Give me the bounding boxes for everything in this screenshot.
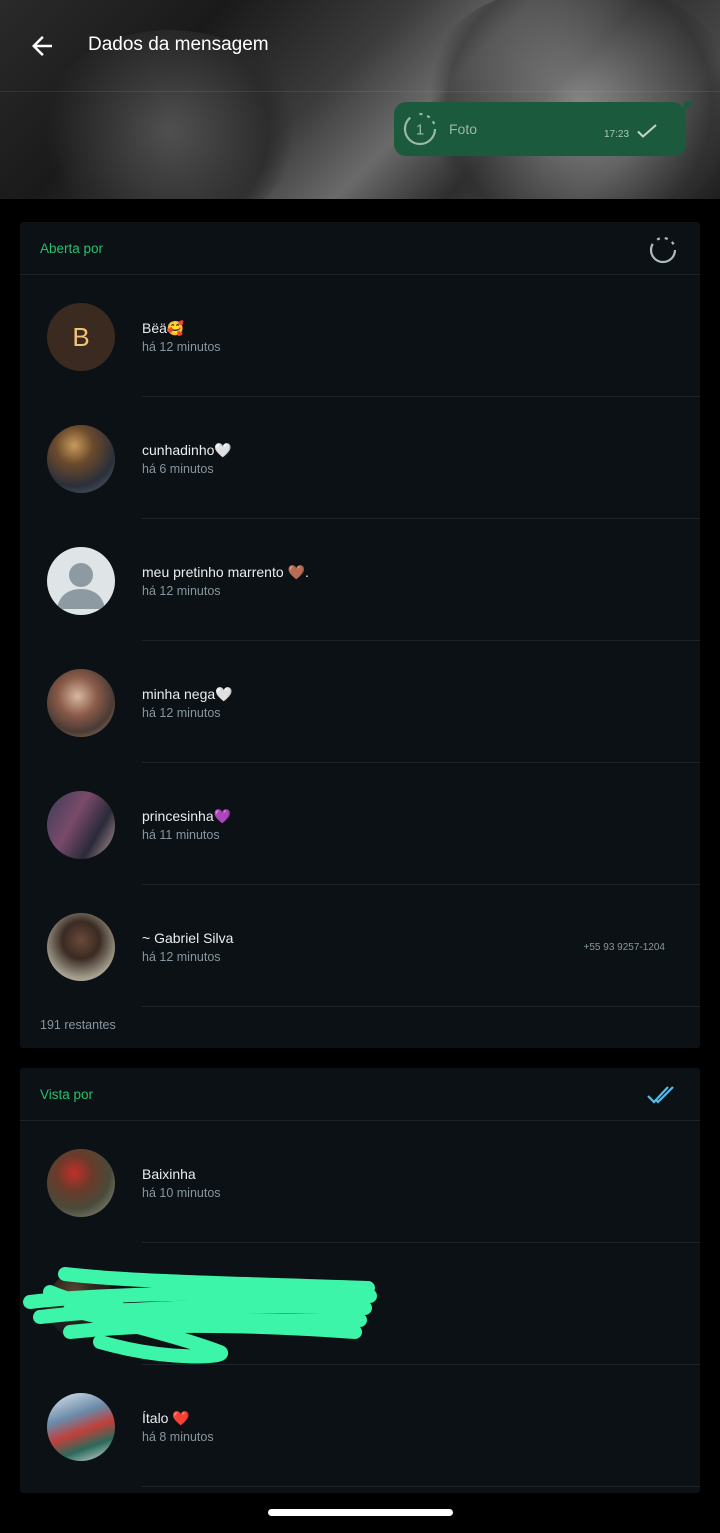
row-divider [142, 1006, 700, 1007]
contact-row[interactable]: meu pretinho marrento 🤎. há 12 minutos [20, 519, 700, 641]
check-icon [637, 124, 657, 138]
back-button[interactable] [22, 26, 62, 66]
person-icon [57, 563, 105, 609]
header-wallpaper: Dados da mensagem 1 Foto 17:23 [0, 0, 720, 199]
contact-row[interactable]: Ítalo ❤️ há 8 minutos [20, 1365, 700, 1487]
avatar: B [47, 303, 115, 371]
view-once-icon: 1 [403, 112, 437, 146]
default-avatar [47, 547, 115, 615]
contact-time: há 12 minutos [142, 340, 221, 354]
contact-row[interactable]: cunhadinho🤍 há 6 minutos [20, 397, 700, 519]
header-divider [0, 91, 720, 92]
arrow-left-icon [32, 36, 52, 56]
avatar [47, 425, 115, 493]
avatar [47, 791, 115, 859]
row-divider [142, 1486, 700, 1487]
message-bubble[interactable]: 1 Foto 17:23 [394, 102, 694, 156]
contact-time: há 12 minutos [142, 706, 221, 720]
contact-time: há 6 minutos [142, 462, 214, 476]
opened-by-header: Aberta por [20, 222, 700, 275]
contact-row[interactable]: minha nega🤍 há 12 minutos [20, 641, 700, 763]
message-type-label: Foto [449, 121, 478, 137]
view-once-opened-icon [649, 236, 677, 264]
contact-time: há 10 minutos [142, 1186, 221, 1200]
seen-by-label: Vista por [40, 1087, 94, 1102]
contact-name: princesinha💜 [142, 808, 232, 824]
wallpaper-shade [430, 0, 720, 199]
contact-name: cunhadinho🤍 [142, 442, 232, 458]
contact-time: há 12 minutos [142, 950, 221, 964]
remaining-count: 191 restantes [40, 1018, 116, 1032]
avatar [47, 669, 115, 737]
avatar [47, 1393, 115, 1461]
message-time: 17:23 [604, 129, 630, 140]
opened-by-label: Aberta por [40, 241, 104, 256]
contact-row[interactable]: Baixinha há 10 minutos [20, 1121, 700, 1243]
view-once-number: 1 [416, 122, 424, 139]
seen-by-header: Vista por [20, 1068, 700, 1121]
contact-time: há 12 minutos [142, 584, 221, 598]
double-check-icon [647, 1086, 674, 1104]
contact-name: Ítalo ❤️ [142, 1410, 190, 1426]
contact-row[interactable]: ~ Gabriel Silva há 12 minutos +55 93 925… [20, 885, 700, 1007]
contact-name: ~ Gabriel Silva [142, 930, 234, 946]
contact-name: Bëä🥰 [142, 320, 185, 336]
avatar [47, 913, 115, 981]
contact-name: minha nega🤍 [142, 686, 233, 702]
home-indicator[interactable] [268, 1509, 453, 1516]
contact-name: Baixinha [142, 1166, 196, 1182]
redaction-scribble [23, 1267, 377, 1364]
contact-time: há 8 minutos [142, 1430, 214, 1444]
contact-name: meu pretinho marrento 🤎. [142, 564, 309, 580]
page-title: Dados da mensagem [88, 34, 269, 55]
contact-row[interactable]: B Bëä🥰 há 12 minutos [20, 275, 700, 397]
opened-by-card: Aberta por B Bëä🥰 há 12 minutos cunhadin… [20, 222, 700, 1048]
avatar [47, 1149, 115, 1217]
contact-row[interactable]: princesinha💜 há 11 minutos [20, 763, 700, 885]
contact-phone: +55 93 9257-1204 [583, 942, 665, 953]
contact-time: há 11 minutos [142, 828, 220, 842]
